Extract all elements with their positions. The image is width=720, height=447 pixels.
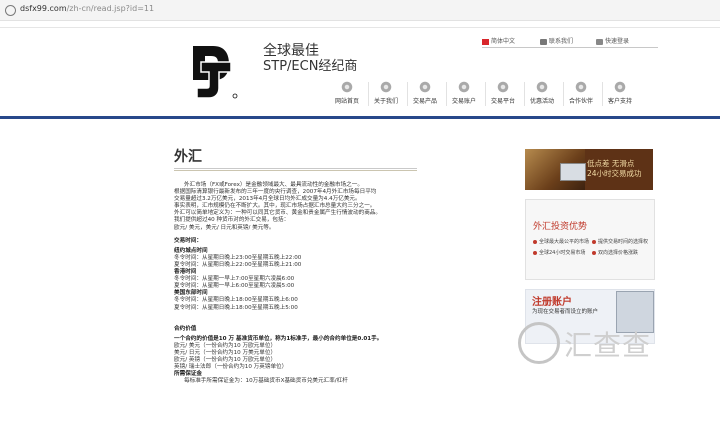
contract-heading: 合约价值	[174, 325, 197, 332]
advantage-item: 全球24小时交易市场	[533, 249, 585, 256]
header-divider	[0, 27, 720, 28]
contract-line: 美元/ 日元（一份合约为10 万美元单位）	[174, 349, 277, 356]
nav-accounts[interactable]: 交易账户	[447, 80, 481, 110]
gear-icon	[380, 81, 392, 93]
nav-home[interactable]: 网站首页	[330, 80, 364, 110]
nav-bar-stripe	[0, 116, 720, 119]
contract-line: 英镑/ 瑞士法郎（一份合约为10 万英镑单位）	[174, 364, 288, 371]
china-flag-icon	[482, 38, 489, 45]
site-info-icon[interactable]	[5, 5, 16, 16]
schedule-line: 冬令时间：从星期日晚上18:00至星期五晚上6:00	[174, 297, 298, 304]
top-links-divider	[482, 47, 658, 48]
gear-icon	[536, 81, 548, 93]
slogan-line2: STP/ECN经纪商	[263, 59, 358, 74]
quick-login-link[interactable]: 快速登录	[596, 36, 629, 45]
article-paragraph: 欧元/ 美元，美元/ 日元和英镑/ 美元等。	[174, 224, 275, 231]
laptop-icon	[560, 163, 586, 181]
article-paragraph: 我们提供超过40 种货币对的外汇交易，包括：	[174, 217, 290, 224]
schedule-line: 冬令时间：从星期日晚上23:00至星期五晚上22:00	[174, 254, 302, 261]
bullet-icon	[533, 239, 537, 244]
article-body: 外汇市场（FX或Forex）是金融领域最大、最具流动性的金融市场之一。 根据国际…	[174, 182, 424, 385]
watermark: 汇查查	[518, 322, 718, 364]
schedule-line: 夏令时间：从星期一早上6:00至星期六凌晨5:00	[174, 283, 295, 290]
bullet-icon	[592, 239, 596, 244]
company-logo[interactable]	[191, 44, 239, 100]
login-icon	[596, 38, 603, 45]
bullet-icon	[592, 250, 596, 255]
title-divider-accent	[174, 170, 417, 171]
nav-partners[interactable]: 合作伙伴	[564, 80, 598, 110]
advantage-item: 双向选择价格涨跌	[592, 249, 638, 256]
contract-line: 欧元/ 美元（一份合约为10 万欧元单位）	[174, 342, 277, 349]
register-subtitle: 为现在交易者而设立的账户	[532, 309, 599, 315]
contact-link[interactable]: 联系我们	[540, 36, 573, 45]
advantage-item: 全球最大最公平的市场	[533, 238, 589, 245]
watermark-text: 汇查查	[564, 329, 652, 362]
watermark-logo-icon	[518, 322, 560, 364]
schedule-line: 夏令时间：从星期日晚上18:00至星期五晚上5:00	[174, 304, 298, 311]
nav-about[interactable]: 关于我们	[369, 80, 403, 110]
address-bar[interactable]: dsfx99.com/zh-cn/read.jsp?id=11	[0, 0, 720, 21]
advantages-banner[interactable]: 外汇投资优势 全球最大最公平的市场 提供交易时间的选择权 全球24小时交易市场 …	[525, 199, 655, 280]
schedule-line: 夏令时间：从星期日晚上22:00至星期五晚上21:00	[174, 261, 302, 268]
url-text[interactable]: dsfx99.com/zh-cn/read.jsp?id=11	[20, 4, 154, 13]
gear-icon	[575, 81, 587, 93]
advantage-item: 提供交易时间的选择权	[592, 238, 648, 245]
margin-line: 每标准手所需保证金为：10万基础货币X基础货币兑美元汇率/杠杆	[184, 378, 348, 385]
bullet-icon	[533, 250, 537, 255]
banner-line2: 24小时交易成功	[587, 169, 642, 178]
main-nav: 网站首页 关于我们 交易产品 交易账户 交易平台 优惠活动 合作伙伴 客户支持	[330, 80, 640, 110]
nav-platforms[interactable]: 交易平台	[486, 80, 520, 110]
contract-line: 欧元/ 英镑（一份合约为10 万欧元单位）	[174, 356, 277, 363]
gear-icon	[341, 81, 353, 93]
top-links: 简体中文 联系我们 快速登录	[482, 36, 662, 48]
trading-time-heading: 交易时间：	[174, 237, 202, 244]
register-title: 注册账户	[532, 297, 572, 308]
nav-products[interactable]: 交易产品	[408, 80, 442, 110]
gear-icon	[497, 81, 509, 93]
gear-icon	[614, 81, 626, 93]
gear-icon	[458, 81, 470, 93]
phone-icon	[540, 38, 547, 45]
contract-intro: 一个合约的价值是10 万 基准货币单位，称为1标准手，最小的合约单位是0.01手…	[174, 335, 383, 342]
gear-icon	[419, 81, 431, 93]
language-link[interactable]: 简体中文	[482, 36, 515, 45]
page-title: 外汇	[174, 149, 202, 165]
title-divider	[174, 168, 417, 169]
nav-support[interactable]: 客户支持	[603, 80, 637, 110]
advantages-title: 外汇投资优势	[533, 222, 588, 232]
nav-promotions[interactable]: 优惠活动	[525, 80, 559, 110]
spread-banner[interactable]: 低点差 无滑点 24小时交易成功	[525, 149, 653, 190]
section-name: 纽约城点时间	[174, 247, 208, 254]
